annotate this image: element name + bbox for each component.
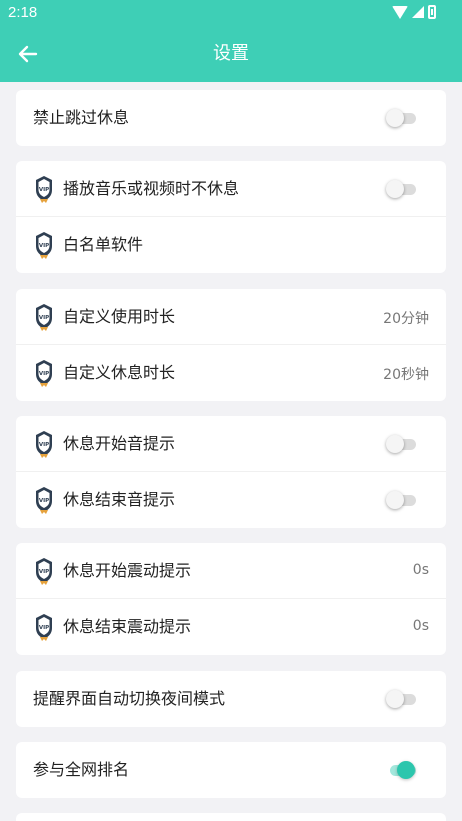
settings-card-ranking: 参与全网排名 <box>16 742 446 798</box>
settings-card-media: VIP 播放音乐或视频时不休息 VIP 白名单软件 <box>16 161 446 273</box>
ranking-toggle[interactable] <box>386 761 416 779</box>
vip-badge-icon: VIP <box>36 558 52 585</box>
setting-label: 休息开始震动提示 <box>63 561 192 580</box>
setting-start-sound[interactable]: VIP 休息开始音提示 <box>16 416 446 472</box>
battery-icon <box>428 5 436 19</box>
setting-label: 休息开始音提示 <box>63 434 176 453</box>
setting-label: 禁止跳过休息 <box>33 108 130 127</box>
setting-label: 休息结束震动提示 <box>63 617 192 636</box>
svg-text:VIP: VIP <box>39 243 49 249</box>
setting-label: 播放音乐或视频时不休息 <box>63 179 240 198</box>
setting-whitelist[interactable]: VIP 白名单软件 <box>16 217 446 273</box>
vip-badge-icon: VIP <box>36 487 52 514</box>
setting-no-rest-media[interactable]: VIP 播放音乐或视频时不休息 <box>16 161 446 217</box>
setting-label: 自定义使用时长 <box>63 307 176 326</box>
setting-skip-rest[interactable]: 禁止跳过休息 <box>16 90 446 146</box>
svg-text:VIP: VIP <box>39 315 49 321</box>
svg-text:VIP: VIP <box>39 371 49 377</box>
setting-ranking[interactable]: 参与全网排名 <box>16 742 446 798</box>
wifi-icon <box>392 5 408 19</box>
settings-card-partial <box>16 813 446 821</box>
status-time: 2:18 <box>8 4 38 21</box>
use-duration-value: 20分钟 <box>383 311 429 327</box>
status-bar: 2:18 <box>0 0 462 26</box>
settings-card-sound: VIP 休息开始音提示 VIP 休息结束音提示 <box>16 416 446 528</box>
rest-duration-value: 20秒钟 <box>383 367 429 383</box>
vip-badge-icon: VIP <box>36 431 52 458</box>
svg-text:VIP: VIP <box>39 498 49 504</box>
vip-badge-icon: VIP <box>36 232 52 259</box>
settings-card-skip: 禁止跳过休息 <box>16 90 446 146</box>
status-icons <box>392 5 436 19</box>
svg-text:VIP: VIP <box>39 569 49 575</box>
start-vibrate-value: 0s <box>412 562 429 578</box>
setting-label: 自定义休息时长 <box>63 363 176 382</box>
no-rest-media-toggle[interactable] <box>386 180 416 198</box>
end-sound-toggle[interactable] <box>386 491 416 509</box>
svg-text:VIP: VIP <box>39 625 49 631</box>
vip-badge-icon: VIP <box>36 176 52 203</box>
settings-card-vibrate: VIP 休息开始震动提示 0s VIP 休息结束震动提示 0s <box>16 543 446 655</box>
start-sound-toggle[interactable] <box>386 435 416 453</box>
end-vibrate-value: 0s <box>412 618 429 634</box>
setting-use-duration[interactable]: VIP 自定义使用时长 20分钟 <box>16 289 446 345</box>
settings-card-duration: VIP 自定义使用时长 20分钟 VIP 自定义休息时长 20秒钟 <box>16 289 446 401</box>
setting-rest-duration[interactable]: VIP 自定义休息时长 20秒钟 <box>16 345 446 401</box>
app-header: 2:18 设置 <box>0 0 462 82</box>
setting-start-vibrate[interactable]: VIP 休息开始震动提示 0s <box>16 543 446 599</box>
svg-text:VIP: VIP <box>39 442 49 448</box>
svg-text:VIP: VIP <box>39 187 49 193</box>
setting-label: 提醒界面自动切换夜间模式 <box>33 689 226 708</box>
setting-label: 白名单软件 <box>63 235 144 254</box>
vip-badge-icon: VIP <box>36 360 52 387</box>
setting-end-sound[interactable]: VIP 休息结束音提示 <box>16 472 446 528</box>
skip-rest-toggle[interactable] <box>386 109 416 127</box>
signal-icon <box>412 6 424 18</box>
page-title: 设置 <box>213 43 249 64</box>
setting-label: 休息结束音提示 <box>63 490 176 509</box>
settings-card-night: 提醒界面自动切换夜间模式 <box>16 671 446 727</box>
vip-badge-icon: VIP <box>36 304 52 331</box>
night-mode-toggle[interactable] <box>386 690 416 708</box>
setting-night-mode[interactable]: 提醒界面自动切换夜间模式 <box>16 671 446 727</box>
setting-end-vibrate[interactable]: VIP 休息结束震动提示 0s <box>16 599 446 655</box>
vip-badge-icon: VIP <box>36 614 52 641</box>
setting-label: 参与全网排名 <box>33 760 130 779</box>
